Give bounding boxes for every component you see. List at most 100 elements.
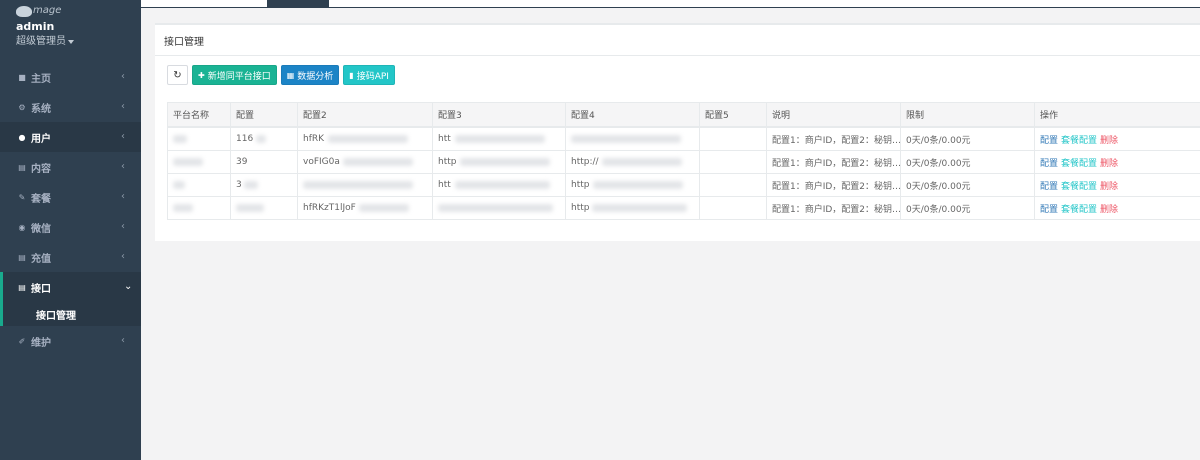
config4-cell: http xyxy=(565,173,700,197)
brand-logo: mage xyxy=(16,4,141,18)
sidebar-item-label: 主页 xyxy=(31,73,51,85)
sidebar-item-users[interactable]: ● 用户 ‹ xyxy=(0,122,141,152)
chevron-left-icon: ‹ xyxy=(121,161,125,172)
config5-cell xyxy=(699,173,767,197)
description-cell: 配置1：商户ID，配置2：秘钥… xyxy=(766,173,901,197)
add-interface-label: 新增同平台接口 xyxy=(207,71,271,82)
cogs-icon: ⚙ xyxy=(18,102,26,112)
sidebar-item-system[interactable]: ⚙ 系统 ‹ xyxy=(0,92,141,122)
delete-link[interactable]: 删除 xyxy=(1100,159,1118,169)
config3-cell: htt xyxy=(432,126,566,151)
edit-icon: ✎ xyxy=(18,192,26,202)
sidebar-subitem-interface-manage[interactable]: 接口管理 xyxy=(0,302,141,326)
chevron-left-icon: ‹ xyxy=(121,131,125,142)
book-icon: ▮ xyxy=(349,70,354,80)
table-header-row: 平台名称 配置 配置2 配置3 配置4 配置5 说明 限制 操作 xyxy=(167,102,1200,128)
package-config-link[interactable]: 套餐配置 xyxy=(1061,159,1097,169)
blurred-text xyxy=(256,134,267,143)
description-cell: 配置1：商户ID，配置2：秘钥… xyxy=(766,126,901,151)
sidebar-item-interface[interactable]: ▤ 接口 ⌄ xyxy=(0,272,141,302)
config-cell: 116 xyxy=(230,126,298,151)
blurred-text xyxy=(454,134,545,143)
package-config-link[interactable]: 套餐配置 xyxy=(1061,205,1097,215)
config4-cell xyxy=(565,126,700,151)
table-row: 116 hfRK htt 配置1：商户ID，配置2：秘钥… 0天/0条/0.00… xyxy=(167,126,1200,151)
add-interface-button[interactable]: ✚ 新增同平台接口 xyxy=(192,65,277,85)
blurred-text xyxy=(358,203,409,212)
limit-cell: 0天/0条/0.00元 xyxy=(900,150,1035,174)
column-header[interactable]: 限制 xyxy=(900,102,1035,128)
user-role-dropdown[interactable]: 超级管理员 xyxy=(16,36,141,48)
table-row: hfRKzT1lJoF http 配置1：商户ID，配置2：秘钥… 0天/0条/… xyxy=(167,196,1200,220)
plus-icon: ✚ xyxy=(198,70,205,80)
limit-cell: 0天/0条/0.00元 xyxy=(900,196,1035,220)
config2-cell xyxy=(297,173,433,197)
data-analysis-label: 数据分析 xyxy=(297,71,334,82)
chevron-left-icon: ‹ xyxy=(121,191,125,202)
refresh-button[interactable]: ↻ xyxy=(167,65,188,85)
chevron-down-icon: ⌄ xyxy=(124,281,133,292)
config5-cell xyxy=(699,150,767,174)
active-top-tab[interactable] xyxy=(267,0,329,8)
toolbar: ↻ ✚ 新增同平台接口 ▦ 数据分析 ▮ 接码API xyxy=(167,65,395,85)
chevron-left-icon: ‹ xyxy=(121,71,125,82)
config3-cell: http xyxy=(432,150,566,174)
data-analysis-button[interactable]: ▦ 数据分析 xyxy=(280,65,340,85)
user-role: 超级管理员 xyxy=(16,36,66,47)
chevron-left-icon: ‹ xyxy=(121,221,125,232)
config-link[interactable]: 配置 xyxy=(1040,205,1058,215)
sidebar-item-recharge[interactable]: ▤ 充值 ‹ xyxy=(0,242,141,272)
delete-link[interactable]: 删除 xyxy=(1100,182,1118,192)
sidebar-item-home[interactable]: ■ 主页 ‹ xyxy=(0,62,141,92)
config4-cell: http xyxy=(565,196,700,220)
blurred-text xyxy=(454,180,550,189)
platform-name-cell xyxy=(167,126,231,151)
calendar-icon: ▦ xyxy=(286,70,295,80)
code-api-button[interactable]: ▮ 接码API xyxy=(343,65,395,85)
blurred-text xyxy=(236,203,264,212)
column-header[interactable]: 配置 xyxy=(230,102,298,128)
sidebar-item-content[interactable]: ▤ 内容 ‹ xyxy=(0,152,141,182)
actions-cell: 配置 套餐配置 删除 xyxy=(1034,173,1200,197)
delete-link[interactable]: 删除 xyxy=(1100,205,1118,215)
column-header[interactable]: 配置4 xyxy=(565,102,700,128)
limit-cell: 0天/0条/0.00元 xyxy=(900,173,1035,197)
platform-name-cell xyxy=(167,150,231,174)
blurred-text xyxy=(571,134,681,143)
sidebar-item-package[interactable]: ✎ 套餐 ‹ xyxy=(0,182,141,212)
file-icon: ▤ xyxy=(18,282,26,292)
config3-cell xyxy=(432,196,566,220)
column-header[interactable]: 说明 xyxy=(766,102,901,128)
delete-link[interactable]: 删除 xyxy=(1100,136,1118,146)
description-cell: 配置1：商户ID，配置2：秘钥… xyxy=(766,150,901,174)
config4-cell: http:// xyxy=(565,150,700,174)
top-tab-bar xyxy=(141,0,1200,8)
column-header[interactable]: 操作 xyxy=(1034,102,1200,128)
package-config-link[interactable]: 套餐配置 xyxy=(1061,182,1097,192)
column-header[interactable]: 配置2 xyxy=(297,102,433,128)
sidebar-item-label: 维护 xyxy=(31,337,51,349)
platform-name-cell xyxy=(167,173,231,197)
column-header[interactable]: 配置3 xyxy=(432,102,566,128)
sidebar-item-wechat[interactable]: ◉ 微信 ‹ xyxy=(0,212,141,242)
config-link[interactable]: 配置 xyxy=(1040,136,1058,146)
config-link[interactable]: 配置 xyxy=(1040,182,1058,192)
profile-area: mage admin 超级管理员 xyxy=(0,0,141,62)
column-header[interactable]: 配置5 xyxy=(699,102,767,128)
blurred-text xyxy=(173,134,187,143)
file-icon: ▤ xyxy=(18,162,26,172)
column-header[interactable]: 平台名称 xyxy=(167,102,231,128)
platform-name-cell xyxy=(167,196,231,220)
config-cell: 39 xyxy=(230,150,298,174)
chevron-left-icon: ‹ xyxy=(121,251,125,262)
package-config-link[interactable]: 套餐配置 xyxy=(1061,136,1097,146)
sidebar-item-maintenance[interactable]: ✐ 维护 ‹ xyxy=(0,326,141,356)
sidebar-nav: ■ 主页 ‹ ⚙ 系统 ‹ ● 用户 ‹ ▤ 内容 ‹ ✎ 套餐 ‹ ◉ 微信 … xyxy=(0,62,141,356)
blurred-text xyxy=(173,180,185,189)
user-name: admin xyxy=(16,20,55,33)
logo-text: mage xyxy=(33,5,62,16)
config5-cell xyxy=(699,126,767,151)
leaf-logo-icon xyxy=(16,5,32,17)
config-link[interactable]: 配置 xyxy=(1040,159,1058,169)
panel-title: 接口管理 xyxy=(164,36,204,48)
